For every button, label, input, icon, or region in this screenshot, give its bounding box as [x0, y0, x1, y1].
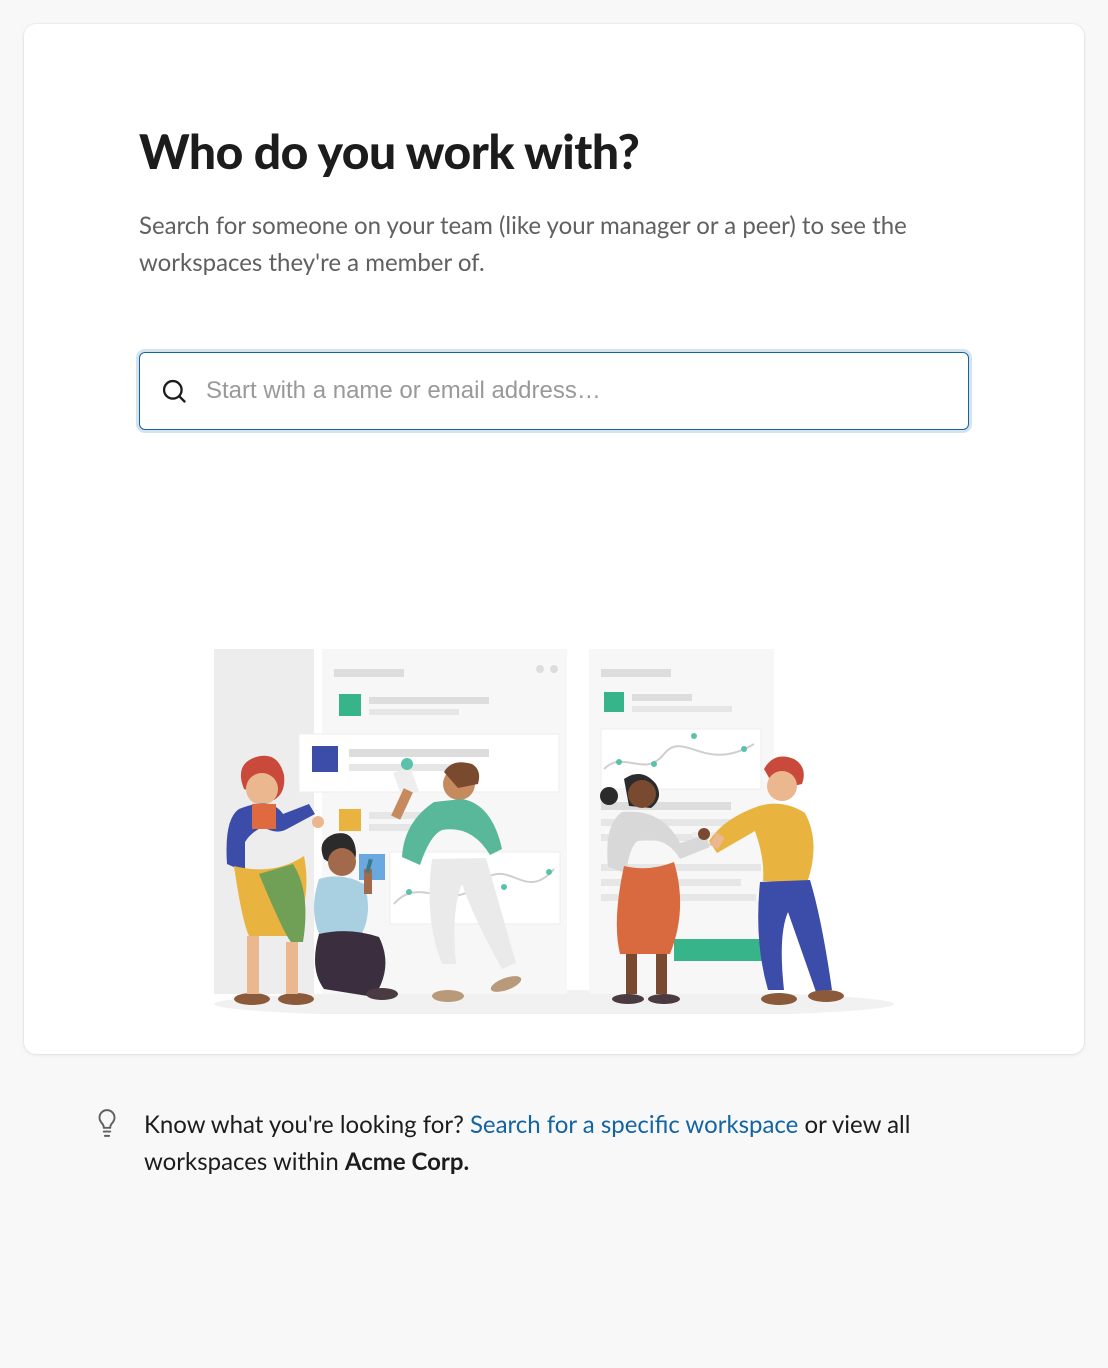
tip-org-name: Acme Corp.	[345, 1147, 469, 1176]
search-input[interactable]	[206, 353, 948, 429]
search-workspace-link[interactable]: Search for a specific workspace	[470, 1110, 798, 1139]
lightbulb-icon	[94, 1108, 120, 1142]
search-container[interactable]	[139, 352, 969, 430]
team-illustration	[204, 634, 904, 1014]
page-subtitle: Search for someone on your team (like yo…	[139, 207, 969, 281]
tip-row: Know what you're looking for? Search for…	[24, 1054, 1084, 1180]
tip-text: Know what you're looking for? Search for…	[144, 1106, 1014, 1180]
tip-prefix: Know what you're looking for?	[144, 1110, 470, 1139]
illustration-container	[139, 470, 969, 1014]
onboarding-card: Who do you work with? Search for someone…	[24, 24, 1084, 1054]
page-title: Who do you work with?	[139, 124, 969, 179]
search-icon	[160, 377, 188, 405]
